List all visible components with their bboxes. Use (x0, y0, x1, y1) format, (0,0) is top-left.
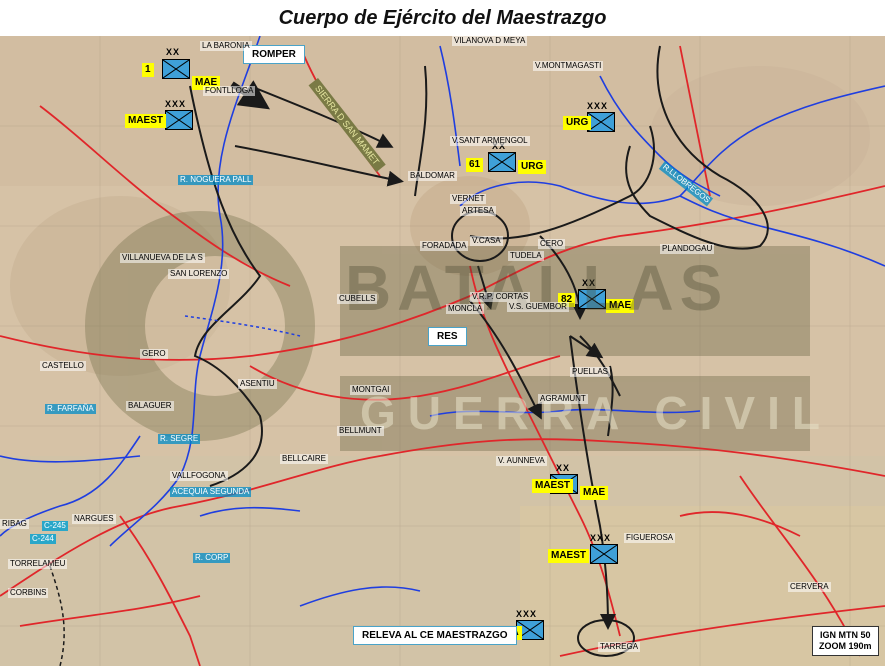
echelon-mark: XXX (516, 609, 538, 619)
unit-icon (165, 110, 193, 130)
watermark-line1: BATALLAS (345, 252, 729, 324)
relieve-label: RELEVA AL CE MAESTRAZGO (353, 626, 517, 645)
echelon-mark: XXX (587, 101, 609, 111)
place-tarrega: TARREGA (598, 642, 641, 652)
unit-name: MAE (580, 486, 609, 500)
unit-icon (162, 59, 190, 79)
place-villanueva: VILLANUEVA DE LA S (120, 253, 205, 263)
place-cervera: CERVERA (788, 582, 831, 592)
unit-6-84-mae[interactable]: XX MAEST MAE (532, 462, 612, 504)
river-corp: R. CORP (193, 553, 231, 563)
place-bellcaire: BELLCAIRE (280, 454, 329, 464)
page-title: Cuerpo de Ejército del Maestrazgo (0, 0, 885, 36)
unit-3-urg[interactable]: XXX URG (563, 100, 623, 138)
place-plandogau: PLANDOGAU (660, 244, 715, 254)
place-fontlloga: FONTLLOGA (203, 86, 256, 96)
place-montmagasti: V.MONTMAGASTI (533, 61, 604, 71)
romper-label: ROMPER (243, 45, 305, 64)
place-ribag: RIBAG (0, 519, 29, 529)
unit-icon (590, 544, 618, 564)
place-vilanova: VILANOVA D MEYA (452, 36, 528, 46)
place-bellmunt: BELLMUNT (337, 426, 384, 436)
echelon-mark: XX (166, 47, 181, 57)
place-balaguer: BALAGUER (126, 401, 174, 411)
map-area[interactable]: XX 1 MAE XXX MAEST XXX URG XX 61 URG XX … (0, 36, 885, 666)
watermark-line2: GUERRA CIVIL (360, 387, 832, 439)
place-vrpcortas: V.R.P. CORTAS (470, 292, 531, 302)
river-noguera: R. NOGUERA PALL (178, 175, 254, 185)
place-moncla: MONCLA (446, 304, 485, 314)
unit-number: 61 (466, 158, 484, 172)
place-vsguembor: V.S. GUEMBOR (507, 302, 569, 312)
scale-box: IGN MTN 50 ZOOM 190m (812, 626, 879, 656)
place-artesa: ARTESA (460, 206, 496, 216)
place-cubells: CUBELLS (337, 294, 378, 304)
place-asentiu: ASENTIU (238, 379, 277, 389)
place-sanlorenzo: SAN LORENZO (168, 269, 230, 279)
river-segre: R. SEGRE (158, 434, 201, 444)
place-puellas: PUELLAS (570, 367, 611, 377)
echelon-mark: XXX (590, 533, 612, 543)
unit-number: MAEST (125, 114, 166, 128)
place-figuerosa: FIGUEROSA (624, 533, 676, 543)
place-vcasa: V.CASA (470, 236, 503, 246)
river-acequia: ACEQUIA SEGUNDA (170, 487, 252, 497)
place-foradada: FORADADA (420, 241, 469, 251)
place-nargues: NARGUES (72, 514, 116, 524)
place-torrelameu: TORRELAMEU (8, 559, 68, 569)
unit-name: URG (518, 160, 547, 174)
echelon-mark: XXX (165, 99, 187, 109)
place-agramunt: AGRAMUNT (538, 394, 588, 404)
unit-number: MAEST (532, 479, 573, 493)
place-montgai: MONTGAI (350, 385, 392, 395)
unit-number: 1 (142, 63, 154, 77)
scale-line1: IGN MTN 50 (820, 630, 871, 640)
road-c245: C-245 (42, 521, 68, 531)
scale-line2: ZOOM 190m (819, 641, 872, 651)
unit-number: URG (563, 116, 592, 130)
place-vaunneva: V. AUNNEVA (496, 456, 547, 466)
place-castello: CASTELLO (40, 361, 86, 371)
unit-4-61-urg[interactable]: XX 61 URG (466, 140, 547, 180)
place-cero: CERO (538, 239, 566, 249)
place-baldomar: BALDOMAR (408, 171, 457, 181)
unit-number: MAEST (548, 549, 589, 563)
place-santarmengol: V.SANT ARMENGOL (450, 136, 530, 146)
place-vernet: VERNET (450, 194, 487, 204)
place-corbins: CORBINS (8, 588, 49, 598)
place-labaronia: LA BARONIA (200, 41, 252, 51)
unit-icon (488, 152, 516, 172)
place-vallfogona: VALLFOGONA (170, 471, 228, 481)
unit-7-maest[interactable]: XXX MAEST (548, 532, 628, 572)
place-gero: GERO (140, 349, 168, 359)
res-label: RES (428, 327, 467, 346)
unit-1-mae[interactable]: XX 1 MAE (140, 46, 235, 90)
echelon-mark: XX (556, 463, 571, 473)
unit-2-maest[interactable]: XXX MAEST (125, 98, 205, 136)
road-c244: C-244 (30, 534, 56, 544)
place-tudela: TUDELA (508, 251, 544, 261)
river-farfana: R. FARFAÑA (45, 404, 96, 414)
